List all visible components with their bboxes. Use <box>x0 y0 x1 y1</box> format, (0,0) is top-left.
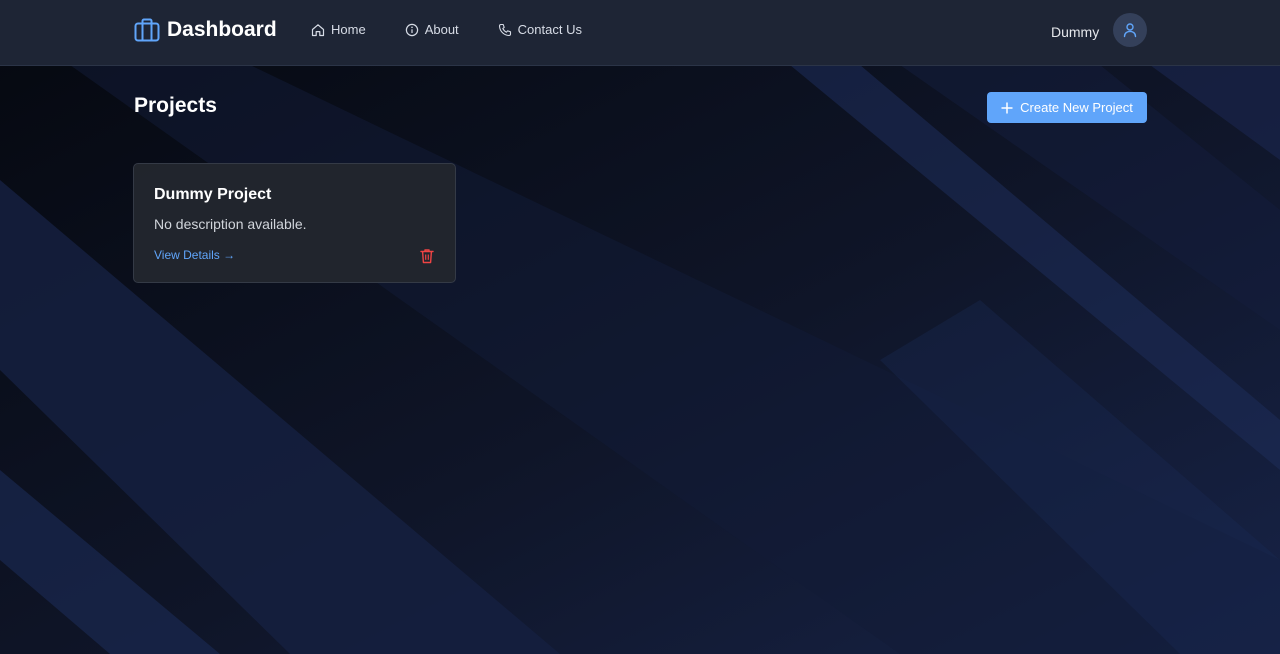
brand[interactable]: Dashboard <box>134 18 277 42</box>
project-description: No description available. <box>154 216 307 232</box>
project-card: Dummy Project No description available. … <box>133 163 456 283</box>
nav-link-label: About <box>424 22 459 37</box>
create-project-button[interactable]: Create New Project <box>987 92 1147 123</box>
nav-link-label: Contact Us <box>517 22 582 37</box>
nav-link-home[interactable]: Home <box>311 22 366 37</box>
nav-link-label: Home <box>331 22 366 37</box>
nav-link-about[interactable]: About <box>405 22 459 37</box>
page-title: Projects <box>134 94 217 117</box>
user-icon <box>1123 23 1137 38</box>
delete-project-button[interactable] <box>418 246 436 266</box>
navbar: Dashboard Home About Contact Us Dummy <box>0 0 1280 66</box>
phone-icon <box>498 23 511 36</box>
avatar-button[interactable] <box>1113 13 1147 47</box>
nav-links: Home About Contact Us <box>311 22 582 37</box>
trash-icon <box>420 249 434 264</box>
brand-title: Dashboard <box>167 18 277 41</box>
info-icon <box>405 23 418 36</box>
plus-icon <box>1001 102 1013 113</box>
create-project-label: Create New Project <box>1020 100 1133 115</box>
briefcase-icon <box>134 18 160 42</box>
view-details-link[interactable]: View Details → <box>154 248 235 262</box>
project-title: Dummy Project <box>154 186 272 203</box>
user-name: Dummy <box>1051 24 1100 40</box>
nav-link-contact[interactable]: Contact Us <box>498 22 582 37</box>
home-icon <box>311 23 325 36</box>
